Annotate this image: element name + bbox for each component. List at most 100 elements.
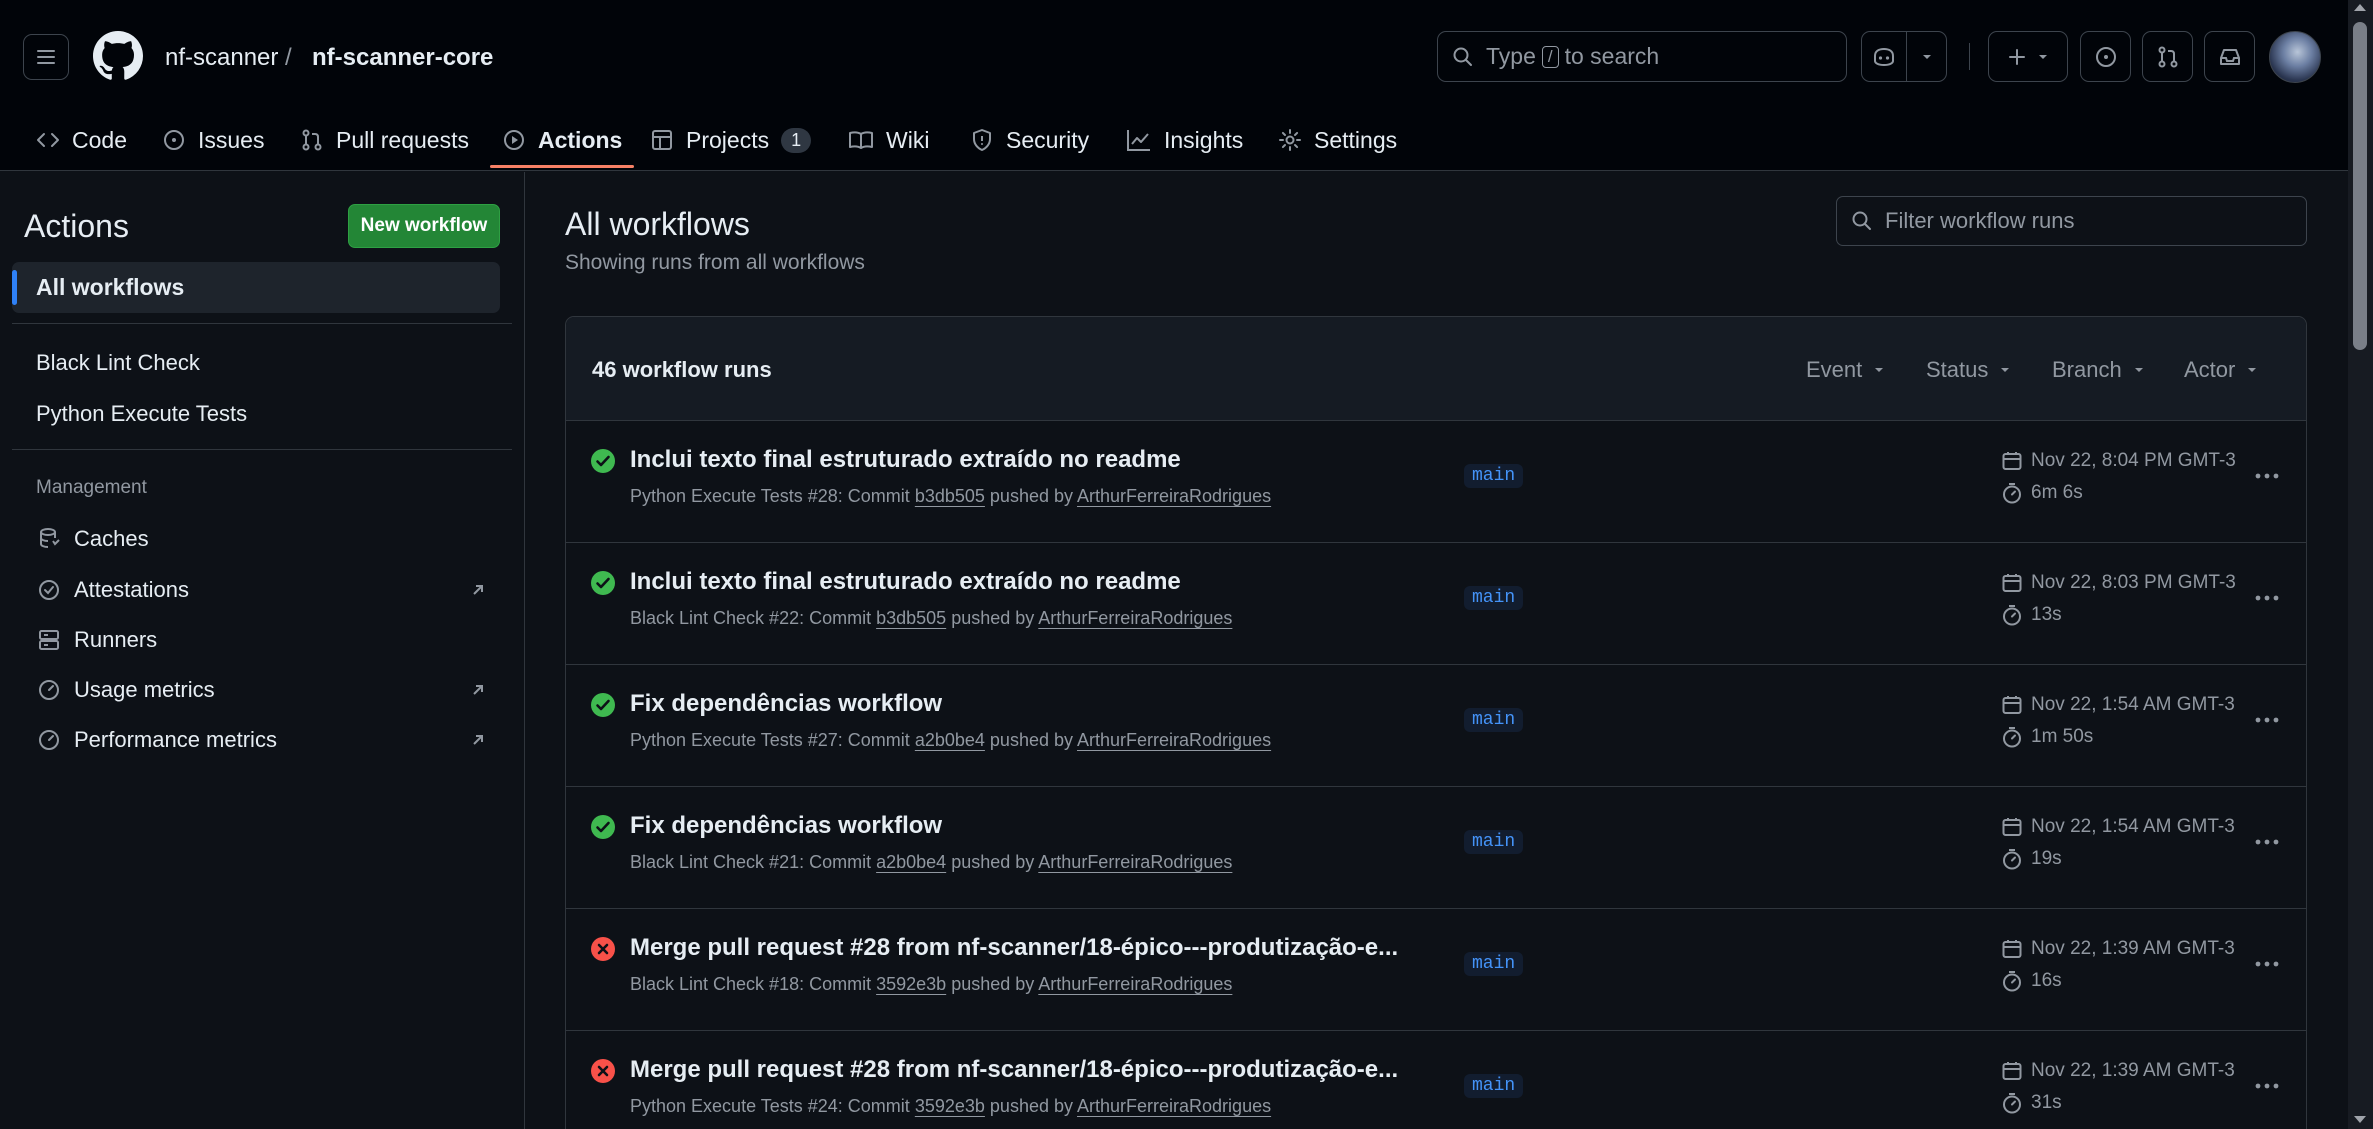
branch-badge[interactable]: main [1464, 708, 1524, 732]
workflow-run-row[interactable]: Inclui texto final estruturado extraído … [566, 543, 2306, 665]
workflow-run-row[interactable]: Fix dependências workflow Black Lint Chec… [566, 787, 2306, 909]
run-commit-link[interactable]: b3db505 [876, 608, 946, 628]
run-title[interactable]: Inclui texto final estruturado extraído … [630, 446, 1181, 474]
run-workflow: Python Execute Tests #28: Commit [630, 486, 910, 506]
run-title[interactable]: Fix dependências workflow [630, 690, 942, 718]
meter-icon [39, 730, 59, 750]
plus-icon [2009, 48, 2025, 65]
tab-security[interactable]: Security [970, 110, 1089, 170]
tab-actions[interactable]: Actions [489, 110, 635, 170]
tab-label: Settings [1314, 126, 1398, 153]
tab-issues[interactable]: Issues [162, 110, 264, 170]
run-user-link[interactable]: ArthurFerreiraRodrigues [1038, 608, 1232, 628]
workflow-run-row[interactable]: Inclui texto final estruturado extraído … [566, 421, 2306, 543]
x-circle-icon [591, 1059, 615, 1083]
sidebar-item-attestations[interactable]: Attestations [36, 570, 486, 610]
search-prefix: Type [1486, 43, 1536, 69]
run-commit-link[interactable]: b3db505 [915, 486, 985, 506]
scroll-up-arrow-icon[interactable] [2354, 4, 2366, 11]
sidebar-workflow-python-tests[interactable]: Python Execute Tests [36, 401, 247, 427]
sidebar-workflow-black-lint[interactable]: Black Lint Check [36, 350, 200, 376]
kebab-horizontal-icon[interactable] [2252, 461, 2282, 491]
page-title: All workflows [565, 206, 750, 242]
run-pushed-by: pushed by [989, 730, 1073, 750]
run-commit-link[interactable]: 3592e3b [876, 974, 946, 994]
copilot-button[interactable] [1861, 31, 1947, 82]
inbox-button[interactable] [2204, 31, 2255, 82]
run-date: Nov 22, 1:54 AM GMT-3 [2001, 816, 2235, 838]
run-meta: Python Execute Tests #24: Commit 3592e3b… [630, 1096, 1271, 1117]
run-title[interactable]: Inclui texto final estruturado extraído … [630, 568, 1181, 596]
scroll-down-arrow-icon[interactable] [2354, 1116, 2366, 1123]
sidebar-item-runners[interactable]: Runners [36, 620, 486, 660]
workflow-runs-list: 46 workflow runs Event Status Branch Act… [565, 316, 2307, 1129]
actor-filter-dropdown[interactable]: Actor [2184, 357, 2259, 383]
your-pull-requests-button[interactable] [2142, 31, 2193, 82]
run-commit-link[interactable]: 3592e3b [915, 1096, 985, 1116]
run-user-link[interactable]: ArthurFerreiraRodrigues [1077, 730, 1271, 750]
run-commit-link[interactable]: a2b0be4 [915, 730, 985, 750]
sidebar-item-all-workflows[interactable]: All workflows [12, 262, 500, 313]
run-duration-text: 13s [2031, 604, 2062, 625]
sidebar-item-usage-metrics[interactable]: Usage metrics [36, 670, 486, 710]
kebab-horizontal-icon[interactable] [2252, 583, 2282, 613]
create-new-button[interactable] [1988, 31, 2068, 82]
run-title[interactable]: Merge pull request #28 from nf-scanner/1… [630, 1056, 1398, 1084]
chevron-down-icon[interactable] [1920, 50, 1934, 64]
kebab-horizontal-icon[interactable] [2252, 949, 2282, 979]
branch-badge[interactable]: main [1464, 830, 1524, 854]
inbox-icon [2219, 48, 2240, 65]
run-title[interactable]: Fix dependências workflow [630, 812, 942, 840]
tab-insights[interactable]: Insights [1126, 110, 1243, 170]
run-commit-link[interactable]: a2b0be4 [876, 852, 946, 872]
run-user-link[interactable]: ArthurFerreiraRodrigues [1038, 974, 1232, 994]
tab-pull-requests[interactable]: Pull requests [300, 110, 469, 170]
kebab-horizontal-icon[interactable] [2252, 1071, 2282, 1101]
run-title[interactable]: Merge pull request #28 from nf-scanner/1… [630, 934, 1398, 962]
new-workflow-button[interactable]: New workflow [348, 204, 500, 248]
tab-wiki[interactable]: Wiki [848, 110, 929, 170]
run-pushed-by: pushed by [951, 852, 1035, 872]
event-filter-dropdown[interactable]: Event [1806, 357, 1886, 383]
workflow-run-row[interactable]: Fix dependências workflow Python Execute … [566, 665, 2306, 787]
branch-badge[interactable]: main [1464, 952, 1524, 976]
workflow-run-row[interactable]: Merge pull request #28 from nf-scanner/1… [566, 1031, 2306, 1129]
breadcrumb-owner[interactable]: nf-scanner [165, 44, 278, 72]
run-date-text: Nov 22, 1:39 AM GMT-3 [2031, 1060, 2235, 1081]
tab-projects[interactable]: Projects 1 [650, 110, 812, 170]
sidebar-item-performance-metrics[interactable]: Performance metrics [36, 720, 486, 760]
github-logo-icon[interactable] [93, 31, 143, 81]
actions-sidebar: Actions New workflow All workflows Black… [0, 172, 525, 1129]
status-filter-dropdown[interactable]: Status [1926, 357, 2012, 383]
your-issues-button[interactable] [2080, 31, 2131, 82]
workflow-run-row[interactable]: Merge pull request #28 from nf-scanner/1… [566, 909, 2306, 1031]
run-user-link[interactable]: ArthurFerreiraRodrigues [1038, 852, 1232, 872]
user-avatar[interactable] [2269, 31, 2321, 83]
caret-down-icon [1875, 368, 1884, 372]
branch-badge[interactable]: main [1464, 1074, 1524, 1098]
tab-label: Code [72, 126, 127, 153]
check-circle-icon [591, 693, 615, 717]
branch-filter-dropdown[interactable]: Branch [2052, 357, 2146, 383]
tab-settings[interactable]: Settings [1278, 110, 1397, 170]
run-workflow: Black Lint Check #22: Commit [630, 608, 872, 628]
global-search-input[interactable]: Type / to search [1437, 31, 1847, 82]
external-link-icon [473, 585, 483, 595]
sidebar-item-caches[interactable]: Caches [36, 519, 486, 559]
kebab-horizontal-icon[interactable] [2252, 705, 2282, 735]
kebab-horizontal-icon[interactable] [2252, 827, 2282, 857]
filter-workflow-runs-input[interactable]: Filter workflow runs [1836, 196, 2307, 246]
tab-code[interactable]: Code [36, 110, 127, 170]
branch-badge[interactable]: main [1464, 586, 1524, 610]
breadcrumb-repo[interactable]: nf-scanner-core [312, 44, 493, 72]
menu-button[interactable] [23, 34, 69, 80]
branch-badge[interactable]: main [1464, 464, 1524, 488]
gear-icon [1279, 129, 1301, 151]
run-user-link[interactable]: ArthurFerreiraRodrigues [1077, 486, 1271, 506]
tab-label: Insights [1164, 126, 1244, 153]
run-duration: 1m 50s [2001, 726, 2093, 748]
run-user-link[interactable]: ArthurFerreiraRodrigues [1077, 1096, 1271, 1116]
scrollbar-thumb[interactable] [2353, 22, 2367, 350]
play-icon [504, 130, 524, 150]
repo-tabs: Code Issues Pull requests Actions Projec… [0, 110, 2373, 170]
